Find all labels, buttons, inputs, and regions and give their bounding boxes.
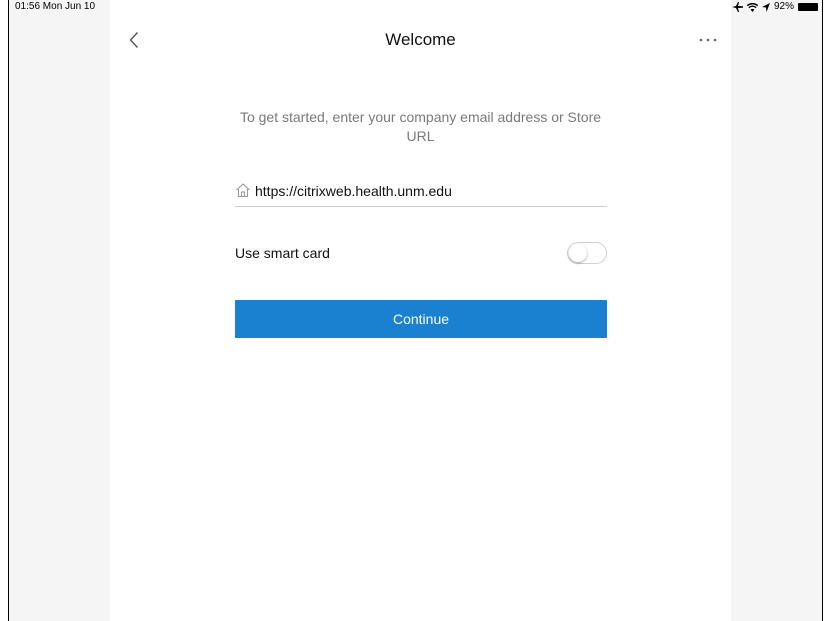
wifi-icon <box>746 2 758 12</box>
status-icons: 92% <box>731 0 818 14</box>
battery-icon <box>798 3 818 11</box>
url-input[interactable] <box>255 180 605 202</box>
location-icon <box>761 2 770 12</box>
smart-card-label: Use smart card <box>235 245 330 261</box>
smart-card-row: Use smart card <box>235 242 607 268</box>
smart-card-toggle[interactable] <box>567 242 607 264</box>
continue-button[interactable]: Continue <box>235 300 607 338</box>
url-field[interactable] <box>235 180 607 207</box>
airplane-icon <box>731 2 743 12</box>
more-dots-icon <box>699 38 717 42</box>
right-side-panel <box>731 0 822 621</box>
home-icon <box>236 183 250 198</box>
main-content: Welcome To get started, enter your compa… <box>110 0 731 621</box>
toggle-knob <box>569 244 587 262</box>
page-title: Welcome <box>385 30 456 49</box>
status-time: 01:56 Mon Jun 10 <box>15 1 96 12</box>
left-side-panel <box>9 0 110 621</box>
battery-percent: 92% <box>773 1 794 12</box>
intro-text: To get started, enter your company email… <box>239 109 602 144</box>
more-button[interactable] <box>696 30 720 50</box>
